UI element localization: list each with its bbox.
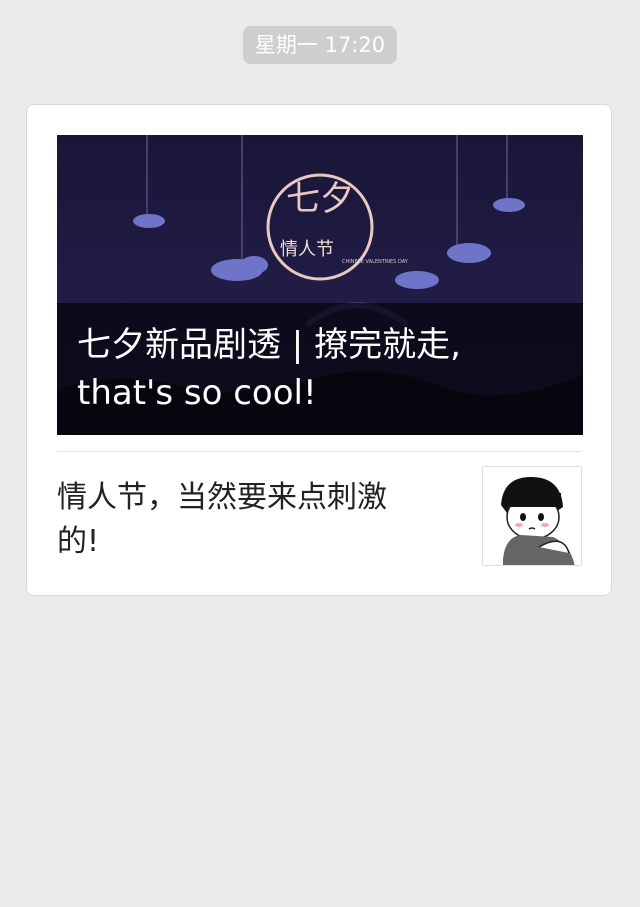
- cartoon-girl-thumbnail-icon: [483, 467, 581, 565]
- logo-main-text: 七夕: [286, 179, 354, 219]
- article-card[interactable]: 七夕 情人节 CHINESE VALENTINES DAY 七夕新品剧透 | 撩…: [26, 104, 612, 596]
- cover-title-overlay: 七夕新品剧透 | 撩完就走, that's so cool!: [57, 303, 583, 435]
- article-summary[interactable]: 情人节，当然要来点刺激的!: [57, 476, 427, 564]
- logo-en-text: CHINESE VALENTINES DAY: [342, 259, 409, 265]
- card-divider: [57, 451, 581, 452]
- article-title: 七夕新品剧透 | 撩完就走, that's so cool!: [77, 325, 461, 413]
- article-thumbnail[interactable]: [482, 466, 582, 566]
- chat-timestamp: 星期一 17:20: [242, 26, 398, 64]
- logo-sub-text: 情人节: [280, 239, 334, 260]
- article-cover-image[interactable]: 七夕 情人节 CHINESE VALENTINES DAY 七夕新品剧透 | 撩…: [57, 135, 583, 435]
